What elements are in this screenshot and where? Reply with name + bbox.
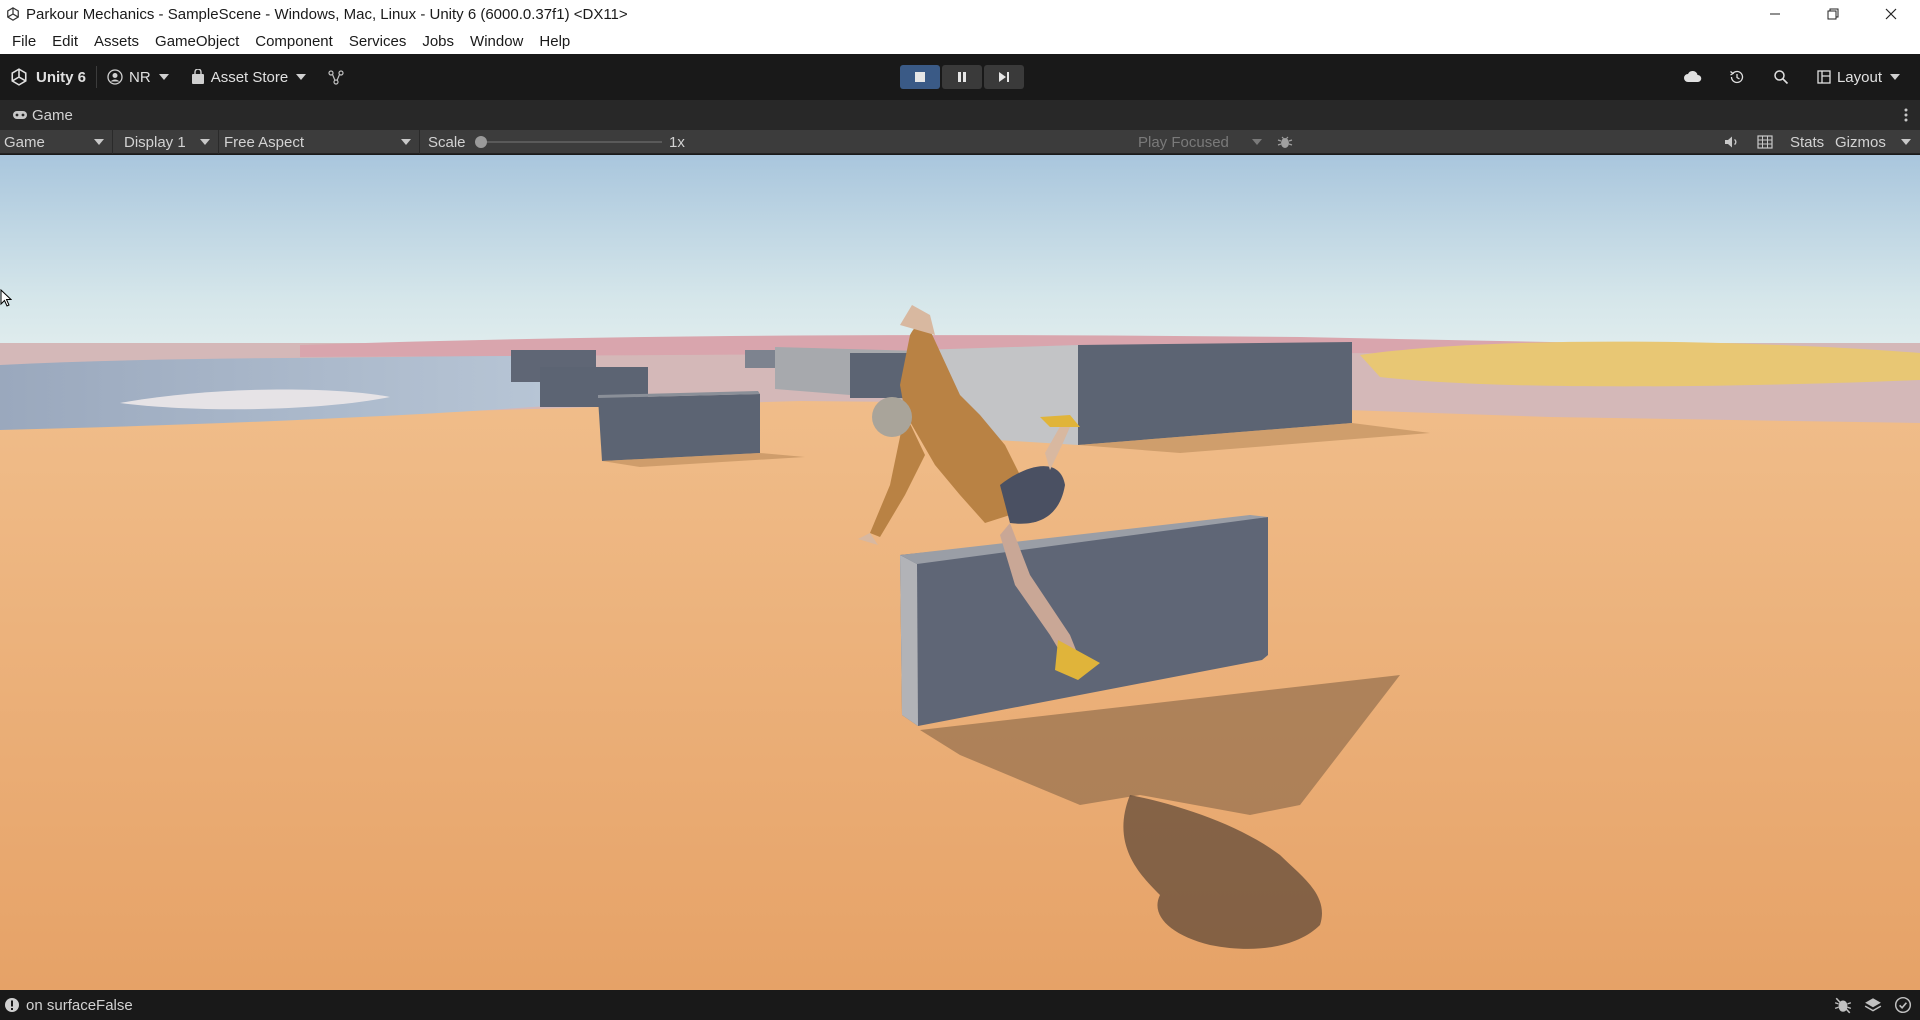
game-view-toolbar: Game Display 1 Free Aspect Scale 1x Play… — [0, 130, 1920, 154]
grid-toggle[interactable] — [1757, 130, 1773, 154]
scale-label: Scale — [428, 133, 466, 151]
version-control-icon[interactable] — [328, 69, 344, 85]
play-stop-button[interactable] — [900, 65, 940, 89]
restore-button[interactable] — [1804, 0, 1862, 28]
stats-button[interactable]: Stats — [1790, 130, 1824, 154]
more-options-icon[interactable] — [1904, 107, 1908, 123]
menu-file[interactable]: File — [4, 33, 44, 50]
search-icon[interactable] — [1773, 69, 1789, 85]
window-title: Parkour Mechanics - SampleScene - Window… — [26, 5, 628, 23]
account-label: NR — [129, 68, 151, 86]
chevron-down-icon — [1252, 139, 1262, 145]
speaker-icon — [1725, 136, 1737, 148]
window-controls — [1746, 0, 1920, 28]
gizmos-button[interactable]: Gizmos — [1835, 130, 1886, 154]
chevron-down-icon — [94, 139, 104, 145]
menu-services[interactable]: Services — [341, 33, 415, 50]
info-icon — [5, 998, 19, 1012]
close-icon — [1885, 8, 1897, 20]
scale-value: 1x — [669, 133, 685, 151]
cloud-icon[interactable] — [1683, 69, 1703, 85]
unity-logo-icon[interactable] — [10, 68, 28, 86]
history-icon[interactable] — [1729, 69, 1745, 85]
minimize-button[interactable] — [1746, 0, 1804, 28]
window-title-bar: Parkour Mechanics - SampleScene - Window… — [0, 0, 1920, 28]
pause-icon — [958, 72, 966, 82]
menu-assets[interactable]: Assets — [86, 33, 147, 50]
game-tab-bar: Game — [0, 100, 1920, 130]
restore-icon — [1827, 8, 1839, 20]
gamepad-icon — [13, 111, 27, 119]
display-dropdown[interactable]: Display 1 — [120, 130, 219, 154]
menu-jobs[interactable]: Jobs — [414, 33, 462, 50]
gizmos-dropdown[interactable] — [1901, 130, 1911, 154]
game-scene — [0, 155, 1920, 990]
play-mode-label: Play Focused — [1138, 133, 1229, 151]
mouse-cursor-icon — [0, 289, 12, 307]
play-mode-dropdown[interactable]: Play Focused — [1134, 130, 1270, 154]
aspect-label: Free Aspect — [224, 133, 305, 151]
pause-button[interactable] — [942, 65, 982, 89]
layout-dropdown[interactable]: Layout — [1817, 69, 1900, 86]
menu-component[interactable]: Component — [247, 33, 341, 50]
step-button[interactable] — [984, 65, 1024, 89]
chevron-down-icon — [158, 74, 169, 80]
account-icon — [107, 69, 123, 85]
asset-store-dropdown[interactable]: Asset Store — [191, 69, 307, 86]
view-mode-dropdown[interactable]: Game — [0, 130, 113, 154]
chevron-down-icon — [200, 139, 210, 145]
chevron-down-icon — [1901, 139, 1911, 145]
status-bar: on surfaceFalse — [0, 990, 1920, 1020]
close-button[interactable] — [1862, 0, 1920, 28]
debug-toggle[interactable] — [1277, 130, 1293, 154]
menu-edit[interactable]: Edit — [44, 33, 86, 50]
tab-game[interactable]: Game — [0, 107, 73, 124]
stop-icon — [915, 72, 925, 82]
check-circle-icon[interactable] — [1894, 996, 1912, 1014]
toolbar-divider — [96, 66, 98, 88]
main-toolbar: Unity 6 NR Asset Store Layout — [0, 54, 1920, 100]
account-dropdown[interactable]: NR — [107, 69, 169, 86]
status-icons — [1834, 996, 1912, 1014]
asset-store-label: Asset Store — [210, 68, 289, 86]
scale-slider-track[interactable] — [480, 141, 662, 143]
chevron-down-icon — [1890, 74, 1900, 80]
tab-game-label: Game — [32, 106, 73, 124]
aspect-dropdown[interactable]: Free Aspect — [220, 130, 420, 154]
bug-icon — [1277, 136, 1293, 148]
mute-audio-toggle[interactable] — [1724, 130, 1740, 154]
menu-help[interactable]: Help — [531, 33, 578, 50]
chevron-down-icon — [401, 139, 411, 145]
chevron-down-icon — [296, 74, 307, 80]
toolbar-left: Unity 6 NR Asset Store — [10, 54, 344, 100]
status-message[interactable]: on surfaceFalse — [26, 997, 133, 1014]
game-viewport[interactable] — [0, 155, 1920, 990]
grid-icon — [1757, 135, 1773, 149]
layers-icon[interactable] — [1864, 996, 1882, 1014]
toolbar-right: Layout — [1683, 54, 1900, 100]
step-forward-icon — [999, 72, 1009, 82]
unity-app-icon — [7, 7, 19, 21]
menu-bar: File Edit Assets GameObject Component Se… — [0, 28, 1920, 54]
display-label: Display 1 — [124, 133, 186, 151]
debug-mode-icon[interactable] — [1834, 996, 1852, 1014]
shopping-bag-icon — [191, 69, 204, 84]
layout-icon — [1817, 70, 1831, 84]
unity-version-label[interactable]: Unity 6 — [36, 69, 86, 86]
distant-yellow-patch — [1360, 341, 1920, 387]
scale-slider-handle[interactable] — [475, 136, 487, 148]
layout-label: Layout — [1836, 68, 1882, 86]
menu-gameobject[interactable]: GameObject — [147, 33, 247, 50]
menu-window[interactable]: Window — [462, 33, 531, 50]
minimize-icon — [1770, 13, 1780, 15]
view-mode-label: Game — [4, 133, 45, 151]
playmode-controls — [900, 65, 1024, 89]
